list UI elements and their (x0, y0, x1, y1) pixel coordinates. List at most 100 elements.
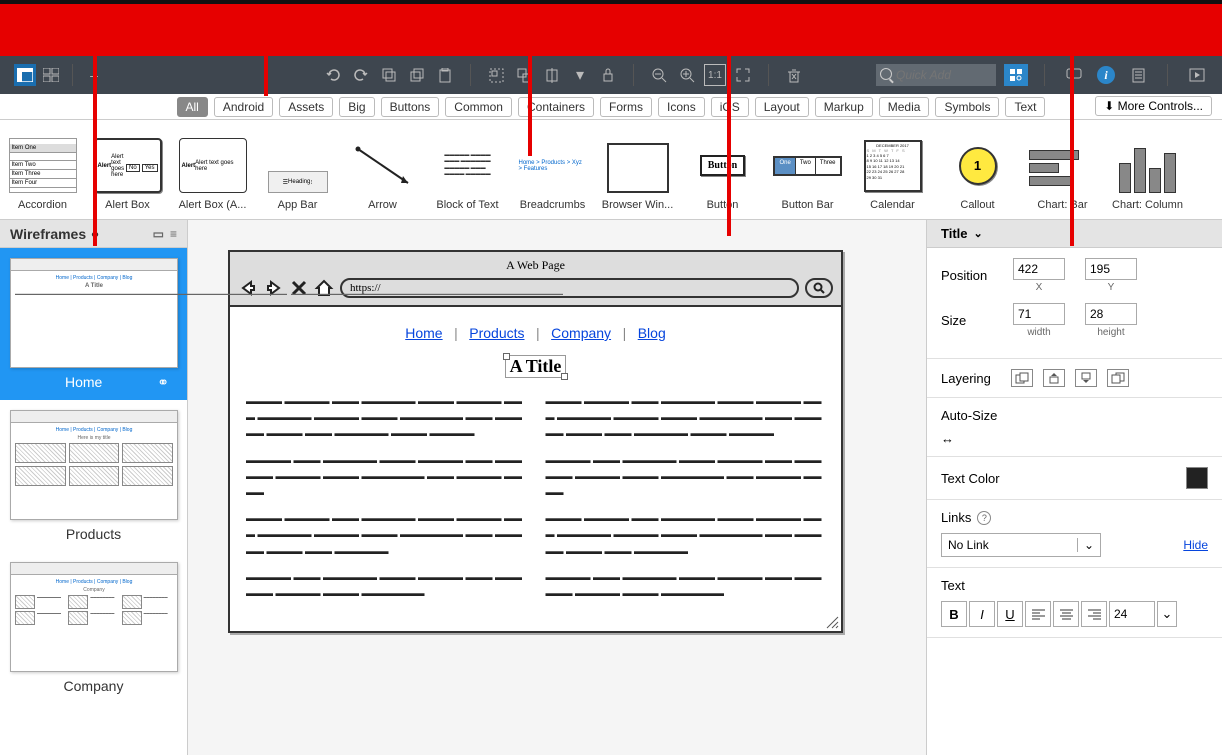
lib-label: Breadcrumbs (512, 199, 593, 211)
canvas[interactable]: A Web Page https:// Home | Products | Co… (188, 220, 926, 755)
text-block-right[interactable]: ▬▬▬▬ ▬▬▬▬▬ ▬▬▬ ▬▬▬▬▬▬ ▬▬▬▬ ▬▬▬▬▬ ▬▬▬ ▬▬▬… (546, 393, 826, 611)
category-markup[interactable]: Markup (815, 97, 873, 117)
align-right-button[interactable] (1081, 601, 1107, 627)
body-columns: ▬▬▬▬ ▬▬▬▬▬ ▬▬▬ ▬▬▬▬▬▬ ▬▬▬▬ ▬▬▬▬▬ ▬▬▬ ▬▬▬… (240, 393, 831, 611)
nav-expand-icon[interactable]: ▭ (153, 227, 164, 241)
align-center-button[interactable] (1053, 601, 1079, 627)
font-size-input[interactable] (1109, 601, 1155, 627)
font-size-dropdown[interactable]: ⌄ (1157, 601, 1177, 627)
quick-add-input[interactable] (876, 64, 996, 86)
nav-link-products[interactable]: Products (465, 325, 528, 341)
position-x-input[interactable] (1013, 258, 1065, 280)
category-symbols[interactable]: Symbols (935, 97, 999, 117)
nav-list-icon[interactable]: ≡ (170, 227, 177, 241)
paste-icon[interactable] (406, 64, 428, 86)
position-y-input[interactable] (1085, 258, 1137, 280)
nav-link-company[interactable]: Company (547, 325, 615, 341)
lib-browser-window[interactable]: Browser Win... (595, 120, 680, 215)
lib-calendar[interactable]: DECEMBER 2017S M T W T F S1 2 3 4 5 6 78… (850, 120, 935, 215)
zoom-fit-icon[interactable] (732, 64, 754, 86)
category-big[interactable]: Big (339, 97, 374, 117)
info-icon[interactable]: i (1097, 66, 1115, 84)
quick-add-button[interactable] (1004, 64, 1028, 86)
bring-forward-icon[interactable] (1043, 369, 1065, 387)
lib-label: Chart: Column (1107, 199, 1188, 211)
resize-grip-icon[interactable] (825, 615, 839, 629)
align-icon[interactable] (541, 64, 563, 86)
bring-front-icon[interactable] (1011, 369, 1033, 387)
zoom-out-icon[interactable] (648, 64, 670, 86)
lock-icon[interactable] (597, 64, 619, 86)
category-media[interactable]: Media (879, 97, 930, 117)
comments-icon[interactable] (1063, 64, 1085, 86)
autosize-horizontal-icon[interactable]: ↔ (941, 431, 967, 446)
height-input[interactable] (1085, 303, 1137, 325)
category-common[interactable]: Common (445, 97, 512, 117)
category-layout[interactable]: Layout (755, 97, 809, 117)
category-icons[interactable]: Icons (658, 97, 705, 117)
browser-window-mockup[interactable]: A Web Page https:// Home | Products | Co… (228, 250, 843, 633)
mini-search-icon (805, 278, 833, 298)
help-icon[interactable]: ? (977, 511, 991, 525)
send-backward-icon[interactable] (1075, 369, 1097, 387)
category-forms[interactable]: Forms (600, 97, 652, 117)
nav-link-blog[interactable]: Blog (634, 325, 670, 341)
title-element-selected[interactable]: A Title (505, 355, 567, 378)
italic-button[interactable]: I (969, 601, 995, 627)
lib-block-of-text[interactable]: ▬▬▬▬▬ ▬▬▬▬▬▬▬ ▬▬▬▬▬▬▬▬▬▬▬ ▬▬▬▬▬▬▬ ▬▬▬▬▬ … (425, 120, 510, 215)
thumb-text: Alert text goes here (195, 160, 243, 172)
more-controls-button[interactable]: ⬇ More Controls... (1095, 96, 1212, 116)
notes-icon[interactable] (1127, 64, 1149, 86)
copy-icon[interactable] (378, 64, 400, 86)
category-buttons[interactable]: Buttons (381, 97, 440, 117)
layering-label: Layering (941, 371, 991, 386)
send-back-icon[interactable] (1107, 369, 1129, 387)
redo-icon[interactable] (350, 64, 372, 86)
lib-alert-box[interactable]: Alert Alert text goes here NoYes Alert B… (85, 120, 170, 215)
underline-button[interactable]: U (997, 601, 1023, 627)
clipboard-icon[interactable] (434, 64, 456, 86)
category-text[interactable]: Text (1005, 97, 1045, 117)
lib-callout[interactable]: 1 Callout (935, 120, 1020, 215)
zoom-in-icon[interactable] (676, 64, 698, 86)
thumb-text: Alert text goes here (111, 154, 126, 178)
group-icon[interactable] (485, 64, 507, 86)
lib-chart-bar[interactable]: Chart: Bar (1020, 120, 1105, 215)
wireframe-thumb-products[interactable]: Home | Products | Company | Blog Here is… (0, 400, 187, 552)
text-color-swatch[interactable] (1186, 467, 1208, 489)
link-select[interactable]: No Link⌄ (941, 533, 1101, 557)
lib-arrow[interactable]: Arrow (340, 120, 425, 215)
dropdown-icon[interactable]: ▾ (569, 64, 591, 86)
lib-breadcrumbs[interactable]: Home > Products > Xyz > Features Breadcr… (510, 120, 595, 215)
align-left-button[interactable] (1025, 601, 1051, 627)
lib-button-bar[interactable]: OneTwoThree Button Bar (765, 120, 850, 215)
thumb-text: Alert (182, 163, 196, 169)
properties-header[interactable]: Title ⌄ (927, 220, 1222, 248)
nav-link-home[interactable]: Home (401, 325, 446, 341)
width-input[interactable] (1013, 303, 1065, 325)
thumb-text: Button (700, 155, 745, 176)
category-all[interactable]: All (177, 97, 208, 117)
delete-icon[interactable] (783, 64, 805, 86)
lib-label: Alert Box (87, 199, 168, 211)
wireframe-thumb-company[interactable]: Home | Products | Company | Blog Company… (0, 552, 187, 704)
thumb-text: Two (796, 158, 816, 174)
text-block-left[interactable]: ▬▬▬▬ ▬▬▬▬▬ ▬▬▬ ▬▬▬▬▬▬ ▬▬▬▬ ▬▬▬▬▬ ▬▬▬ ▬▬▬… (246, 393, 526, 611)
width-sublabel: width (1027, 327, 1050, 338)
lib-button[interactable]: Button Button (680, 120, 765, 215)
view-grid-icon[interactable] (40, 64, 62, 86)
hide-link[interactable]: Hide (1183, 538, 1208, 552)
view-panels-icon[interactable] (14, 64, 36, 86)
wireframe-thumb-home[interactable]: Home | Products | Company | Blog A Title… (0, 248, 187, 400)
lib-app-bar[interactable]: ☰ Heading ⁝ App Bar (255, 120, 340, 215)
play-icon[interactable] (1186, 64, 1208, 86)
bold-button[interactable]: B (941, 601, 967, 627)
thumb-text: One (775, 158, 795, 174)
lib-alert-box-android[interactable]: Alert Alert text goes here Alert Box (A.… (170, 120, 255, 215)
lib-accordion[interactable]: Item One Item Two Item Three Item Four A… (0, 120, 85, 215)
zoom-actual-icon[interactable]: 1:1 (704, 64, 726, 86)
category-assets[interactable]: Assets (279, 97, 333, 117)
undo-icon[interactable] (322, 64, 344, 86)
category-android[interactable]: Android (214, 97, 273, 117)
lib-chart-column[interactable]: Chart: Column (1105, 120, 1190, 215)
